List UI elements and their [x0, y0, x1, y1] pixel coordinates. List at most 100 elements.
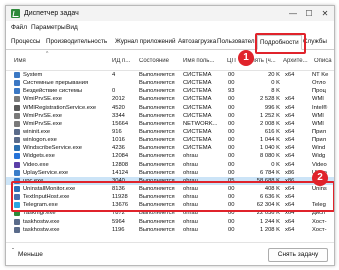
- cell-description: Прил: [312, 137, 327, 144]
- scrollbar[interactable]: [333, 70, 334, 242]
- cell-description: WMI: [312, 120, 324, 127]
- process-row[interactable]: taskhostw.exe 5964 Выполняется ohrau 00 1 244…: [6, 218, 334, 226]
- cell-status: Выполняется: [139, 218, 175, 225]
- process-row[interactable]: winlogon.exe 1016 Выполняется СИСТЕМА 00 1 04…: [6, 136, 334, 144]
- menu-options[interactable]: Параметры: [31, 24, 66, 31]
- tab-users[interactable]: Пользователи: [217, 38, 257, 45]
- process-row[interactable]: WindscribeService.exe 4236 Выполняется СИСТ…: [6, 144, 334, 152]
- col-status[interactable]: Состояние: [139, 58, 177, 64]
- cell-cpu: 00: [228, 104, 235, 111]
- cell-cpu: 00: [228, 128, 235, 135]
- process-row[interactable]: Widgets.exe 12084 Выполняется ohrau 00 8 080 …: [6, 152, 334, 160]
- minimize-button[interactable]: —: [287, 8, 299, 19]
- cell-description: NT Ke: [312, 72, 329, 78]
- cell-pid: 916: [112, 128, 122, 135]
- cell-memory: 996 K: [264, 104, 280, 111]
- tab-app-history[interactable]: Журнал приложений: [115, 38, 176, 45]
- process-row[interactable]: taskhostw.exe 1196 Выполняется ohrau 00 1 208…: [6, 226, 334, 234]
- cell-name: WmiPrvSE.exe: [23, 96, 62, 103]
- col-pid[interactable]: ИД п...: [112, 58, 134, 64]
- col-arch[interactable]: Архите...: [283, 58, 311, 64]
- cell-status: Выполняется: [139, 72, 175, 78]
- cell-status: Выполняется: [139, 112, 175, 119]
- fewer-details-link[interactable]: Меньше: [18, 251, 43, 258]
- process-row[interactable]: Системные прерывания Выполняется СИСТЕМА 00…: [6, 79, 334, 87]
- cell-memory: 1 044 K: [260, 137, 280, 144]
- cell-username: ohrau: [183, 169, 198, 176]
- menu-view[interactable]: Вид: [66, 24, 78, 31]
- cell-pid: 1196: [112, 226, 125, 233]
- cell-username: СИСТЕМА: [183, 104, 212, 111]
- process-row[interactable]: WmiPrvSE.exe 15664 Выполняется NETWORK... 00…: [6, 120, 334, 128]
- tab-services[interactable]: Службы: [303, 38, 327, 45]
- cell-description: Wind: [312, 145, 326, 152]
- tab-startup[interactable]: Автозагрузка: [178, 38, 216, 45]
- cell-cpu: 93: [228, 88, 235, 95]
- process-icon: [14, 226, 20, 233]
- cell-cpu: 00: [228, 226, 235, 233]
- cell-username: СИСТЕМА: [183, 72, 212, 78]
- cell-cpu: 00: [228, 169, 235, 176]
- process-row[interactable]: wininit.exe 916 Выполняется СИСТЕМА 00 616 K x…: [6, 128, 334, 136]
- cell-cpu: 00: [228, 112, 235, 119]
- cell-username: СИСТЕМА: [183, 112, 212, 119]
- title-bar: Диспетчер задач — ☐ ✕: [6, 6, 334, 21]
- cell-username: ohrau: [183, 218, 198, 225]
- maximize-button[interactable]: ☐: [303, 8, 315, 19]
- cell-cpu: 00: [228, 145, 235, 152]
- cell-username: СИСТЕМА: [183, 88, 212, 95]
- process-row[interactable]: Бездействие системы 0 Выполняется СИСТЕМА 93…: [6, 87, 334, 95]
- cell-memory: 8 080 K: [260, 153, 280, 160]
- tab-performance[interactable]: Производительность: [46, 38, 114, 45]
- process-icon: [14, 218, 20, 225]
- cell-memory: 8 K: [271, 88, 280, 95]
- end-task-button[interactable]: Снять задачу: [268, 248, 328, 262]
- cell-description: Video: [312, 161, 327, 168]
- process-row[interactable]: WmiPrvSE.exe 3344 Выполняется СИСТЕМА 00 1 25…: [6, 112, 334, 120]
- cell-arch: x64: [285, 153, 295, 160]
- cell-description: Отло: [312, 80, 326, 87]
- cell-name: WmiPrvSE.exe: [23, 112, 62, 119]
- cell-username: ohrau: [183, 161, 198, 168]
- step-badge-1: 1: [238, 50, 254, 66]
- cell-status: Выполняется: [139, 169, 175, 176]
- cell-pid: 4: [112, 72, 116, 78]
- process-icon: [14, 96, 20, 103]
- cell-memory: 1 040 K: [260, 145, 280, 152]
- task-manager-app-icon: [11, 9, 20, 18]
- process-row[interactable]: Video.exe 12808 Выполняется ohrau 00 0 K x64 Vi…: [6, 161, 334, 169]
- cell-arch: x64: [285, 72, 295, 78]
- process-row[interactable]: WmiPrvSE.exe 2012 Выполняется СИСТЕМА 00 2 52…: [6, 95, 334, 103]
- cell-username: ohrau: [183, 153, 198, 160]
- cell-arch: x64: [285, 226, 295, 233]
- cell-arch: x64: [285, 120, 295, 127]
- process-icon: [14, 145, 20, 152]
- col-name[interactable]: Имя: [14, 58, 84, 64]
- process-row[interactable]: WMIRegistrationService.exe 4520 Выполняетс…: [6, 104, 334, 112]
- cell-arch: x64: [285, 161, 295, 168]
- cell-cpu: 00: [228, 161, 235, 168]
- cell-cpu: 00: [228, 72, 235, 78]
- cell-pid: 14124: [112, 169, 129, 176]
- close-button[interactable]: ✕: [319, 8, 331, 19]
- col-username[interactable]: Имя поль...: [183, 58, 221, 64]
- process-row[interactable]: System 4 Выполняется СИСТЕМА 00 20 K x64 NT Ke: [6, 71, 334, 79]
- cell-description: Widg: [312, 153, 326, 160]
- col-description[interactable]: Описа: [314, 58, 334, 64]
- cell-pid: 0: [112, 88, 116, 95]
- cell-memory: 616 K: [264, 128, 280, 135]
- process-row[interactable]: UplayService.exe 14124 Выполняется ohrau 00 6…: [6, 169, 334, 177]
- cell-memory: 1 244 K: [260, 218, 280, 225]
- highlight-ubisoft-processes: [11, 181, 334, 212]
- cell-description: Хост-: [312, 226, 327, 233]
- menu-file[interactable]: Файл: [11, 24, 27, 31]
- cell-name: WMIRegistrationService.exe: [23, 104, 97, 111]
- cell-username: СИСТЕМА: [183, 128, 212, 135]
- cell-username: СИСТЕМА: [183, 96, 212, 103]
- cell-cpu: 00: [228, 137, 235, 144]
- cell-status: Выполняется: [139, 120, 175, 127]
- step-badge-2: 2: [312, 170, 328, 186]
- chevron-up-icon[interactable]: ˆ: [12, 249, 14, 255]
- tab-processes[interactable]: Процессы: [11, 38, 40, 45]
- cell-description: Хост-: [312, 218, 327, 225]
